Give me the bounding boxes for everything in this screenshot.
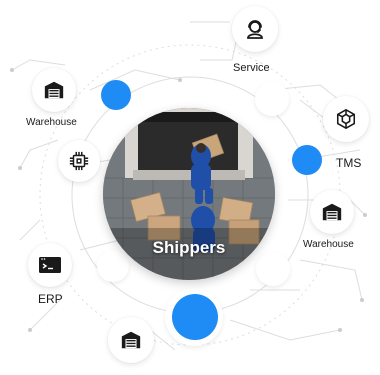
tms-label: TMS bbox=[336, 156, 362, 170]
erp-node[interactable] bbox=[28, 243, 72, 287]
hub-title: Shippers bbox=[152, 238, 226, 257]
warehouse-left-node[interactable] bbox=[32, 68, 76, 112]
warehouse-icon bbox=[44, 81, 64, 99]
chip-icon bbox=[69, 151, 89, 171]
warehouse-bottom-node[interactable] bbox=[108, 317, 154, 363]
chip-node[interactable] bbox=[58, 140, 100, 182]
erp-label: ERP bbox=[38, 292, 63, 306]
accent-dot bbox=[292, 145, 322, 175]
warehouse-right-node[interactable] bbox=[310, 190, 354, 234]
ghost-node bbox=[255, 82, 289, 116]
integration-diagram: Shippers Service Warehouse TMS Warehouse… bbox=[0, 0, 380, 375]
warehouse-icon bbox=[322, 203, 342, 221]
headset-agent-icon bbox=[247, 20, 263, 39]
terminal-window-icon bbox=[39, 257, 61, 273]
warehouse-icon bbox=[121, 331, 141, 349]
warehouse-left-label: Warehouse bbox=[26, 117, 77, 128]
hub-photo: Shippers bbox=[103, 108, 275, 280]
warehouse-right-label: Warehouse bbox=[303, 239, 354, 250]
tms-node[interactable] bbox=[323, 96, 369, 142]
cube-network-icon bbox=[336, 109, 356, 129]
service-node[interactable] bbox=[232, 6, 278, 52]
accent-dot bbox=[101, 80, 131, 110]
service-label: Service bbox=[233, 62, 270, 74]
accent-dot bbox=[172, 294, 218, 340]
